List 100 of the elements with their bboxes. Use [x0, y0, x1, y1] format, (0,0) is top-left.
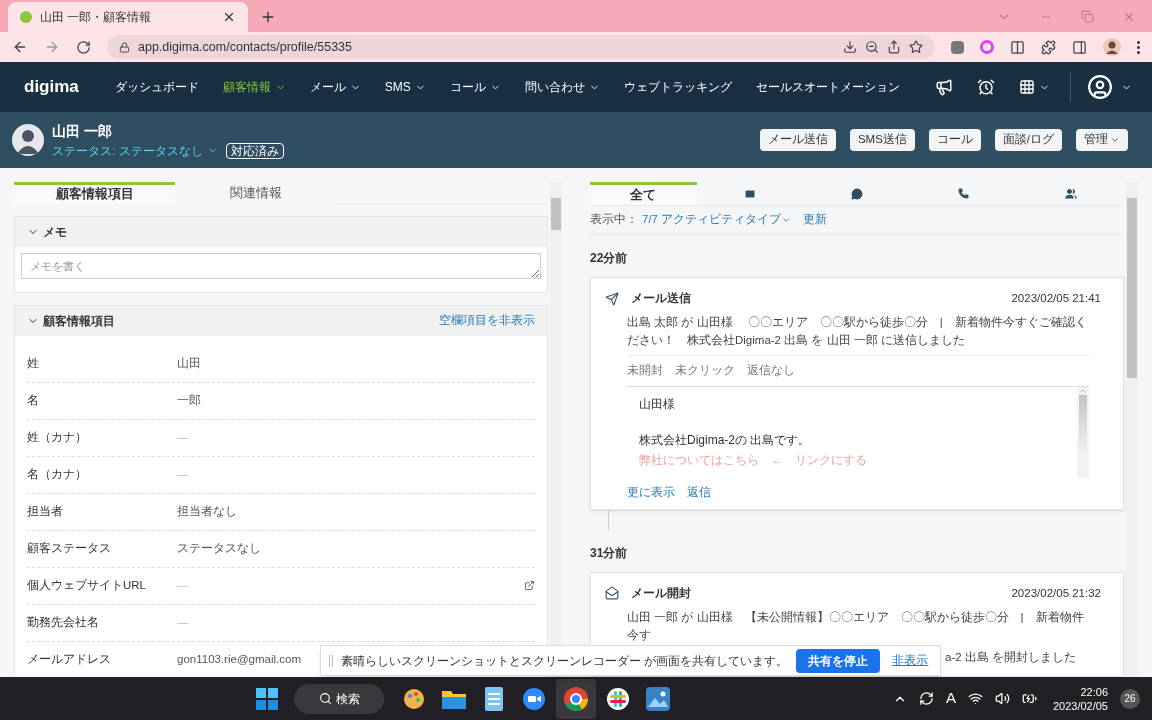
field-label: 名: [27, 393, 40, 409]
favicon-icon: [20, 11, 32, 23]
tracking-status: 未クリック: [675, 363, 735, 379]
action-button[interactable]: メール送信: [759, 129, 836, 151]
volume-icon[interactable]: [994, 691, 1010, 706]
nav-item[interactable]: 問い合わせ: [512, 78, 612, 96]
field-label: 勤務先会社名: [27, 615, 100, 631]
sync-icon[interactable]: [918, 691, 934, 706]
share-icon[interactable]: [887, 40, 901, 54]
activity-tab[interactable]: 全て: [590, 182, 697, 206]
field-value: 担当者なし: [177, 504, 237, 520]
tracking-status: 返信なし: [747, 363, 795, 379]
field-value: 山田: [177, 356, 201, 372]
install-icon[interactable]: [843, 40, 857, 54]
nav-item[interactable]: コール: [437, 78, 513, 96]
scrollbar[interactable]: [1126, 182, 1138, 677]
activity-type-dropdown[interactable]: 7/7 アクティビティタイプ: [642, 211, 792, 229]
action-button[interactable]: 管理: [1076, 129, 1128, 151]
activity-summary: 出島 太郎 が 山田様 〇〇エリア 〇〇駅から徒歩〇分 | 新着物件今すぐご確認ください！ 株式会社Digima-2 出島 を 山田 一郎 に送信しました: [627, 315, 1088, 349]
filter-label: 表示中：: [590, 212, 638, 228]
notification-badge[interactable]: 26: [1120, 688, 1140, 709]
time-ago: 22分前: [590, 250, 629, 267]
nav-item[interactable]: SMS: [372, 78, 438, 96]
paper-plane-icon: [605, 291, 619, 306]
nav-item[interactable]: ウェブトラッキング: [611, 78, 744, 96]
reload-icon[interactable]: [76, 39, 91, 55]
group-icon: [1064, 187, 1077, 200]
field-label: 名（カナ）: [27, 467, 88, 483]
start-icon[interactable]: [256, 687, 279, 710]
activity-title: メール送信: [631, 291, 691, 306]
email-line: 山田様: [639, 395, 676, 413]
nav-item[interactable]: 顧客情報: [210, 78, 298, 96]
lock-icon: [119, 41, 130, 53]
alarm-clock-icon[interactable]: [977, 78, 995, 96]
back-icon[interactable]: [12, 39, 28, 55]
nav-item[interactable]: メール: [297, 78, 373, 96]
refresh-link[interactable]: 更新: [803, 211, 828, 229]
side-panel-icon[interactable]: [1072, 39, 1087, 55]
scrollbar[interactable]: [1077, 386, 1089, 478]
logo[interactable]: digima: [24, 74, 79, 100]
hide-link[interactable]: 非表示: [892, 651, 929, 670]
field-value: ステータスなし: [177, 541, 261, 557]
tracking-status: 未開封: [627, 363, 663, 379]
extension-icon[interactable]: [1010, 39, 1025, 55]
field-value: —: [177, 578, 189, 594]
field-label: 姓: [27, 356, 40, 372]
action-button[interactable]: 面談/ログ: [994, 129, 1062, 151]
status-dropdown[interactable]: ステータス: ステータスなし: [52, 141, 218, 160]
close-icon[interactable]: [222, 10, 236, 24]
contact-name: 山田 一郎: [52, 121, 113, 141]
apps-icon[interactable]: [1019, 79, 1035, 95]
clock[interactable]: 22:06 2023/02/05: [1052, 684, 1108, 713]
scrollbar-thumb[interactable]: [1127, 198, 1137, 378]
wifi-icon[interactable]: [967, 691, 983, 706]
hide-empty-link[interactable]: 空欄項目を非表示: [439, 312, 535, 330]
panel-tab[interactable]: 顧客情報項目: [14, 182, 175, 204]
card-link[interactable]: 更に表示: [627, 483, 675, 501]
battery-icon[interactable]: [1021, 691, 1037, 706]
field-label: メールアドレス: [27, 652, 112, 668]
email-line: 弊社についてはこちら ← リンクにする: [639, 451, 868, 469]
open-envelope-icon: [605, 586, 619, 601]
field-value: 一郎: [177, 393, 201, 409]
scrollbar-thumb[interactable]: [551, 198, 561, 230]
input-method-indicator[interactable]: A: [945, 687, 956, 710]
action-button[interactable]: コール: [928, 129, 981, 151]
bookmark-icon[interactable]: [909, 40, 923, 54]
section-header[interactable]: 顧客情報項目: [27, 311, 115, 330]
stop-sharing-button[interactable]: 共有を停止: [796, 648, 881, 673]
activity-summary: a-2 出島 を開封しました: [945, 651, 1076, 663]
external-link-icon[interactable]: [524, 580, 535, 592]
profile-avatar[interactable]: [1103, 38, 1121, 56]
nav-item[interactable]: セールスオートメーション: [743, 78, 912, 96]
mail-icon: [744, 187, 757, 200]
taskbar-search[interactable]: 検索: [294, 683, 385, 714]
menu-icon[interactable]: [1137, 40, 1140, 54]
panel-tab[interactable]: 関連情報: [175, 182, 336, 204]
field-label: 担当者: [27, 504, 64, 520]
field-value: —: [177, 615, 189, 631]
activity-time: 2023/02/05 21:32: [1011, 585, 1101, 601]
field-value: —: [177, 467, 189, 483]
drag-handle-icon[interactable]: [329, 654, 333, 667]
new-tab-icon[interactable]: [260, 9, 276, 25]
nav-item[interactable]: ダッシュボード: [102, 78, 211, 96]
section-header[interactable]: メモ: [15, 216, 547, 247]
phone-icon: [958, 188, 970, 200]
field-value: —: [177, 430, 189, 446]
card-link[interactable]: 返信: [687, 483, 711, 501]
megaphone-icon[interactable]: [935, 78, 953, 96]
scrollbar[interactable]: [550, 182, 562, 677]
action-button[interactable]: SMS送信: [849, 129, 915, 151]
email-line: 株式会社Digima-2の 出島です。: [639, 431, 812, 449]
extension-icon[interactable]: [951, 40, 964, 54]
zoom-icon[interactable]: [865, 40, 879, 54]
extensions-icon[interactable]: [1041, 39, 1056, 55]
address-bar[interactable]: app.digima.com/contacts/profile/55335: [107, 35, 935, 59]
browser-tab[interactable]: 山田 一郎・顧客情報: [8, 2, 248, 32]
activity-title: メール開封: [631, 585, 691, 601]
memo-field[interactable]: メモを書く: [21, 252, 541, 279]
user-avatar[interactable]: [1087, 74, 1113, 100]
browser-app-icon[interactable]: [556, 678, 597, 719]
